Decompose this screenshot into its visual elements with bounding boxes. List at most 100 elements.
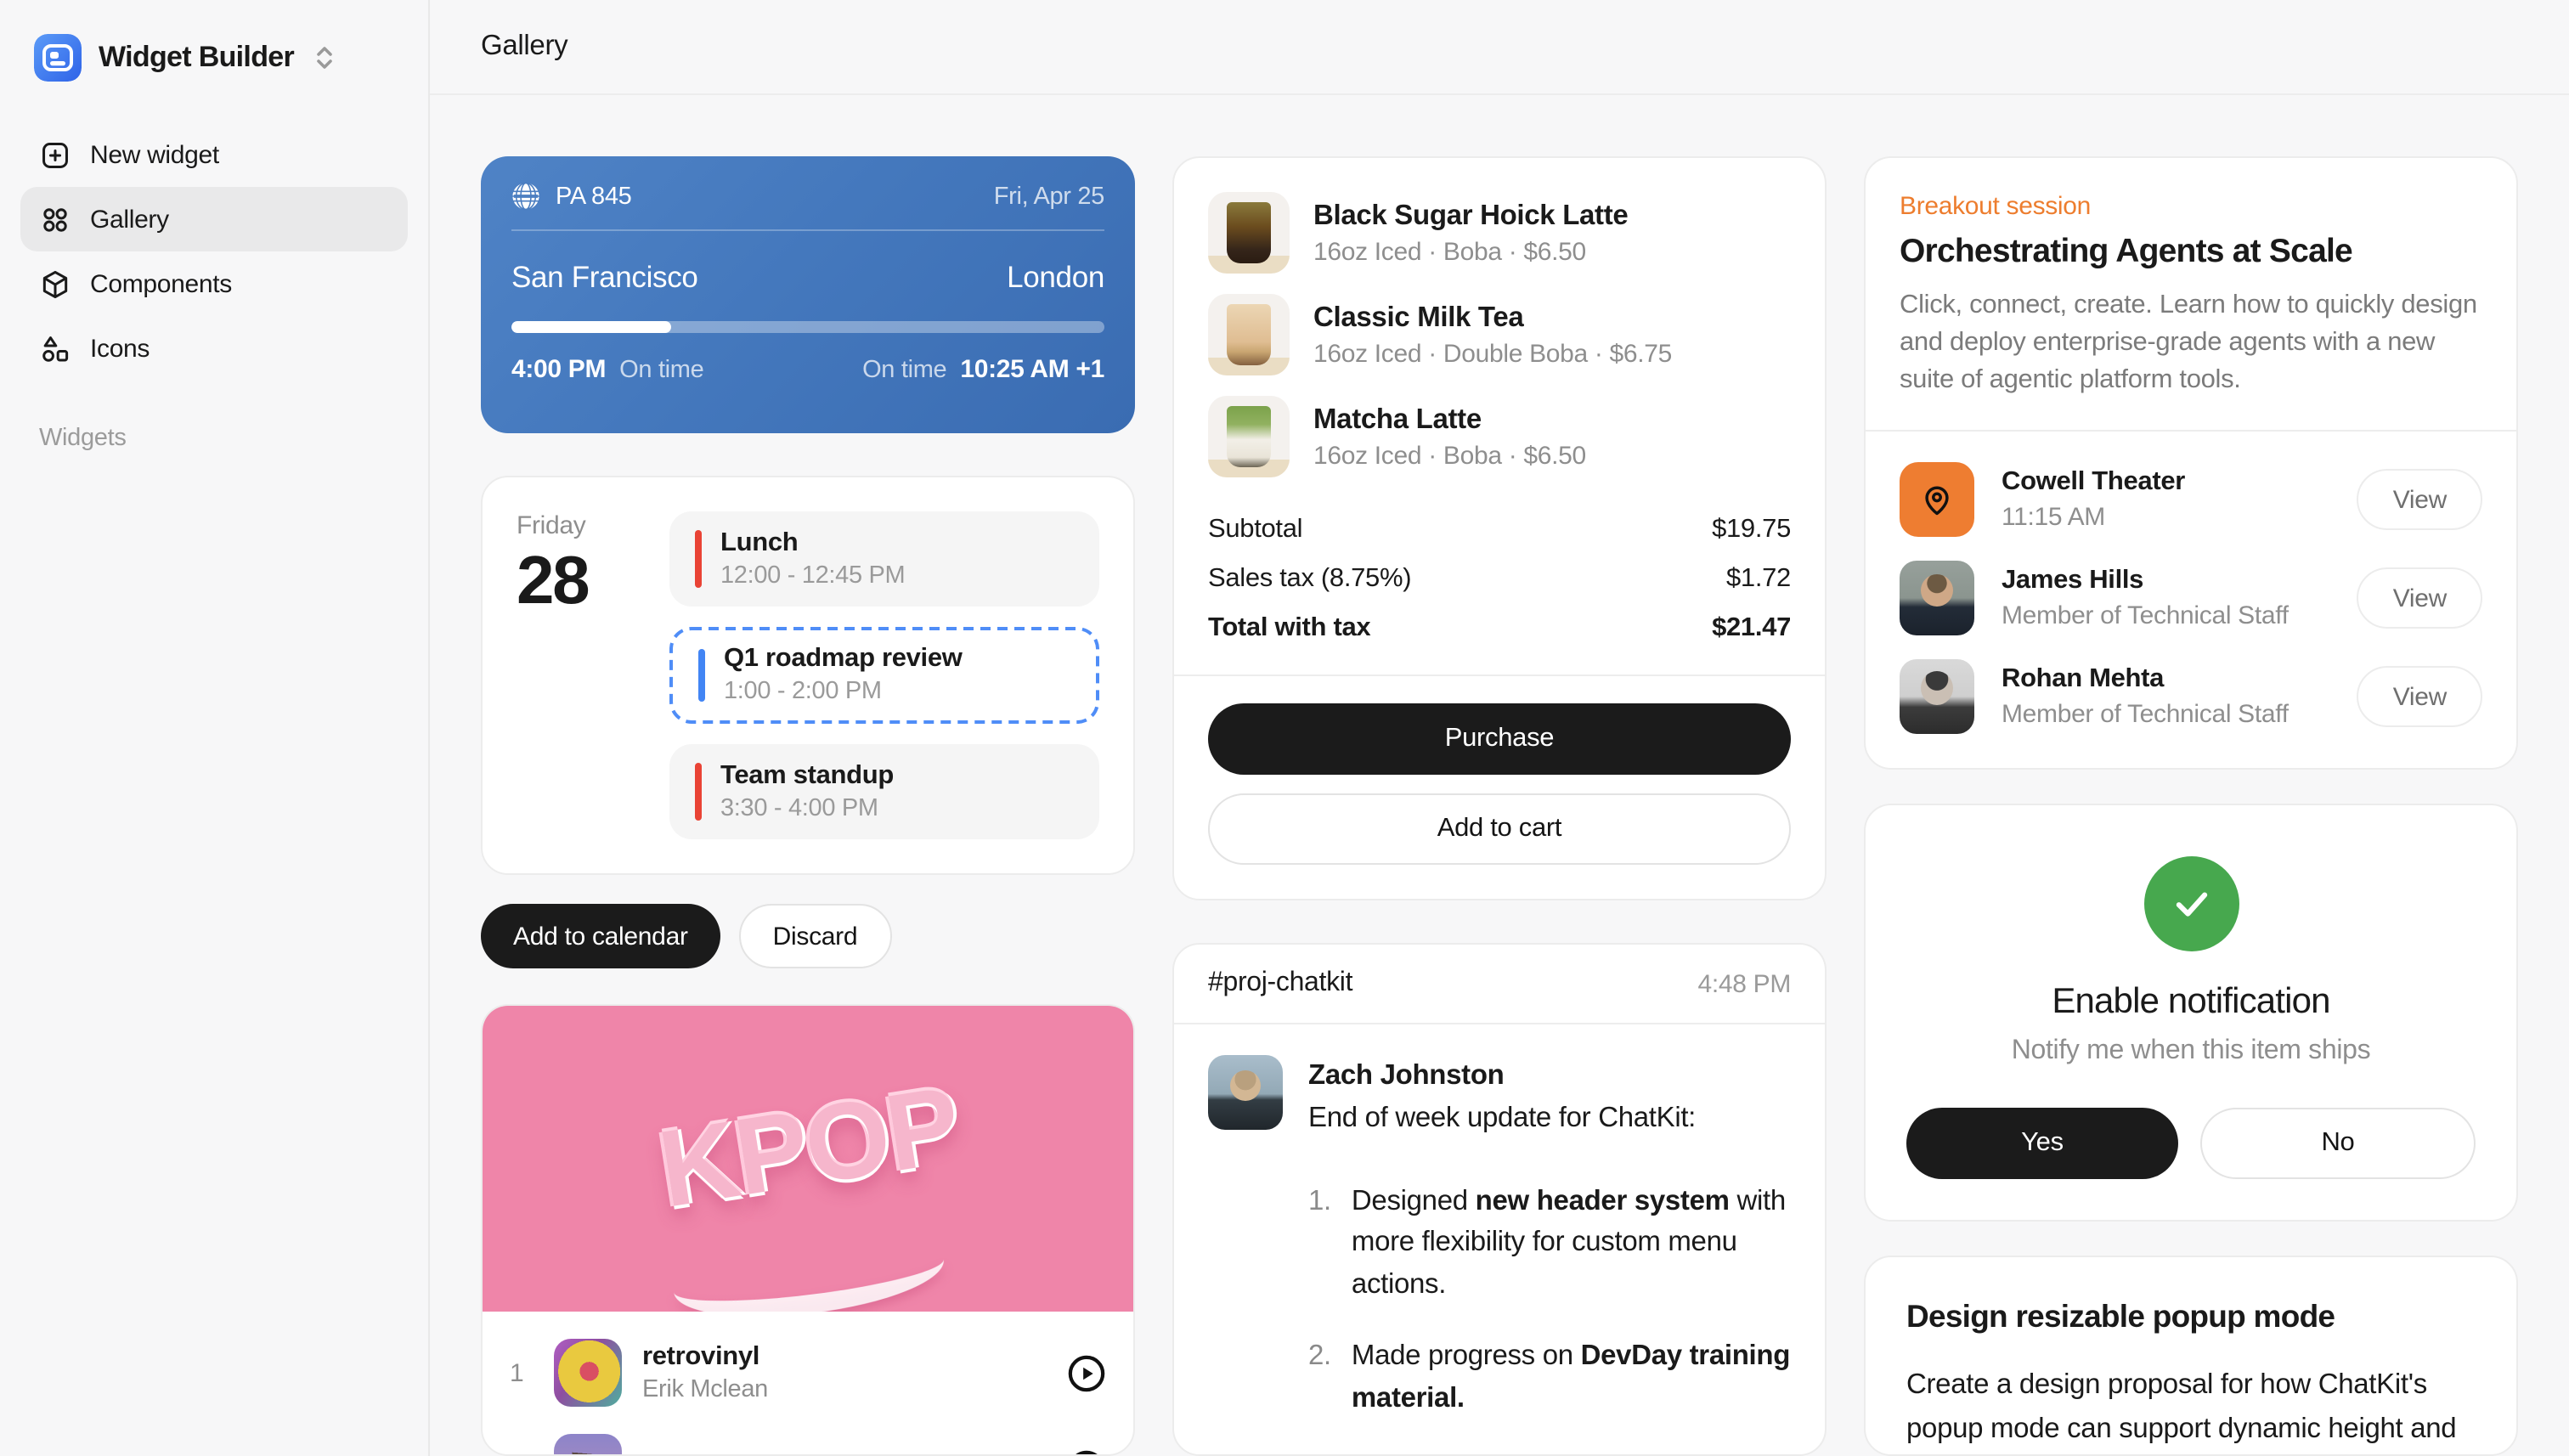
sidebar: Widget Builder New widget Gallery Compon… [0, 0, 428, 1456]
view-button[interactable]: View [2357, 666, 2482, 727]
square-plus-icon [39, 138, 71, 171]
flight-progress-bar [511, 321, 1104, 333]
track-row[interactable]: 1 retrovinyl Erik Mclean [510, 1325, 1106, 1420]
flight-route: San Francisco London [511, 260, 1104, 296]
play-button[interactable] [1067, 1353, 1106, 1392]
calendar-date: Friday 28 [517, 511, 642, 839]
list-item: 3. Coordinated with partners to prioriti… [1308, 1448, 1791, 1456]
notification-actions: Yes No [1906, 1108, 2476, 1179]
shapes-icon [39, 332, 71, 364]
enable-notification-widget: Enable notification Notify me when this … [1864, 804, 2518, 1222]
day-number: 28 [517, 544, 642, 620]
app-switcher[interactable]: Widget Builder [20, 24, 408, 92]
order-summary: Subtotal$19.75 Sales tax (8.75%)$1.72 To… [1208, 515, 1791, 644]
sidebar-item-new-widget[interactable]: New widget [20, 122, 408, 187]
chat-message: Zach Johnston End of week update for Cha… [1174, 1024, 1825, 1456]
arrival-time: 10:25 AM +1 [960, 355, 1104, 384]
sidebar-section-widgets: Widgets [39, 425, 408, 452]
event-color-bar [695, 762, 702, 821]
session-title: Orchestrating Agents at Scale [1900, 233, 2482, 272]
sidebar-item-icons[interactable]: Icons [20, 316, 408, 381]
chevron-up-down-icon[interactable] [314, 44, 335, 71]
event-color-bar [695, 530, 702, 589]
no-button[interactable]: No [2200, 1108, 2476, 1179]
airline-globe-icon [511, 182, 540, 211]
add-to-calendar-button[interactable]: Add to calendar [481, 904, 720, 968]
event-team-standup[interactable]: Team standup 3:30 - 4:00 PM [669, 743, 1099, 839]
avatar [1208, 1055, 1283, 1130]
message-timestamp: 4:48 PM [1698, 969, 1792, 998]
chat-header: #proj-chatkit 4:48 PM [1174, 945, 1825, 1024]
calendar-day-widget: Friday 28 Lunch 12:00 - 12:45 PM Q1 road… [481, 476, 1135, 875]
play-button[interactable] [1067, 1448, 1106, 1456]
discard-button[interactable]: Discard [739, 904, 892, 968]
view-button[interactable]: View [2357, 469, 2482, 530]
chat-message-widget: #proj-chatkit 4:48 PM Zach Johnston End … [1172, 943, 1827, 1456]
summary-row-tax: Sales tax (8.75%)$1.72 [1208, 564, 1791, 595]
session-location-row: Cowell Theater 11:15 AM View [1900, 462, 2482, 537]
order-item: Black Sugar Hoick Latte 16oz Iced · Boba… [1208, 192, 1791, 274]
summary-row-subtotal: Subtotal$19.75 [1208, 515, 1791, 545]
success-check-icon [2143, 856, 2239, 951]
sidebar-item-label: New widget [90, 140, 219, 169]
task-widget: Design resizable popup mode Create a des… [1864, 1256, 2518, 1456]
flight-number: PA 845 [556, 183, 631, 210]
message-author: Zach Johnston [1308, 1055, 1791, 1098]
playlist-widget: KPOP 1 retrovinyl Erik Mclean [481, 1004, 1135, 1456]
widget-builder-app: Widget Builder New widget Gallery Compon… [0, 0, 2569, 1456]
task-body: Create a design proposal for how ChatKit… [1906, 1364, 2476, 1456]
playlist-cover-image: KPOP [483, 1006, 1133, 1312]
arrival-status: On time [862, 357, 946, 384]
session-speaker-row: Rohan Mehta Member of Technical Staff Vi… [1900, 659, 2482, 734]
page-title: Gallery [481, 31, 567, 63]
notification-subtitle: Notify me when this item ships [2012, 1036, 2371, 1067]
summary-row-total: Total with tax$21.47 [1208, 613, 1791, 644]
purchase-button[interactable]: Purchase [1208, 703, 1791, 775]
playlist-cover-title: KPOP [650, 1061, 965, 1232]
sidebar-item-components[interactable]: Components [20, 251, 408, 316]
track-row[interactable]: 2 Neon Polaroid [510, 1420, 1106, 1456]
event-lunch[interactable]: Lunch 12:00 - 12:45 PM [669, 511, 1099, 607]
flight-times: 4:00 PM On time On time 10:25 AM +1 [511, 355, 1104, 384]
topbar: Gallery [430, 0, 2569, 95]
calendar-actions: Add to calendar Discard [481, 904, 1135, 968]
order-item: Matcha Latte 16oz Iced · Boba · $6.50 [1208, 396, 1791, 477]
flight-status-widget: PA 845 Fri, Apr 25 San Francisco London … [481, 156, 1135, 433]
flight-header: PA 845 Fri, Apr 25 [511, 182, 1104, 231]
sidebar-item-label: Icons [90, 334, 150, 363]
day-name: Friday [517, 511, 642, 540]
flight-progress-fill [511, 321, 671, 333]
drink-photo [1208, 192, 1290, 274]
sidebar-item-label: Gallery [90, 205, 169, 234]
avatar [1900, 659, 1974, 734]
column-1: PA 845 Fri, Apr 25 San Francisco London … [481, 156, 1135, 1456]
track-list: 1 retrovinyl Erik Mclean [483, 1312, 1133, 1456]
departure-time: 4:00 PM [511, 355, 606, 384]
departure-status: On time [619, 357, 703, 384]
view-button[interactable]: View [2357, 567, 2482, 629]
boba-order-widget: Black Sugar Hoick Latte 16oz Iced · Boba… [1172, 156, 1827, 900]
screen: Widget Builder New widget Gallery Compon… [0, 0, 2569, 1456]
gallery-dots-icon [39, 203, 71, 235]
flight-date: Fri, Apr 25 [994, 183, 1104, 210]
location-tile [1900, 462, 1974, 537]
play-circle-icon [1067, 1448, 1106, 1456]
main-area: Gallery [428, 0, 2569, 1456]
session-speaker-row: James Hills Member of Technical Staff Vi… [1900, 561, 2482, 635]
calendar-events: Lunch 12:00 - 12:45 PM Q1 roadmap review… [669, 511, 1099, 839]
sidebar-item-label: Components [90, 269, 232, 298]
origin-city: San Francisco [511, 260, 698, 296]
album-art [554, 1434, 622, 1456]
event-q1-roadmap-review[interactable]: Q1 roadmap review 1:00 - 2:00 PM [669, 628, 1099, 724]
channel-name: #proj-chatkit [1208, 968, 1352, 999]
column-3: Breakout session Orchestrating Agents at… [1864, 156, 2518, 1456]
yes-button[interactable]: Yes [1906, 1108, 2178, 1179]
drink-photo [1208, 396, 1290, 477]
column-2: Black Sugar Hoick Latte 16oz Iced · Boba… [1172, 156, 1827, 1456]
drink-photo [1208, 294, 1290, 375]
add-to-cart-button[interactable]: Add to cart [1208, 793, 1791, 865]
sidebar-item-gallery[interactable]: Gallery [20, 187, 408, 251]
divider [1866, 430, 2516, 432]
list-item: 1. Designed new header system with more … [1308, 1180, 1791, 1306]
map-pin-icon [1918, 481, 1956, 518]
